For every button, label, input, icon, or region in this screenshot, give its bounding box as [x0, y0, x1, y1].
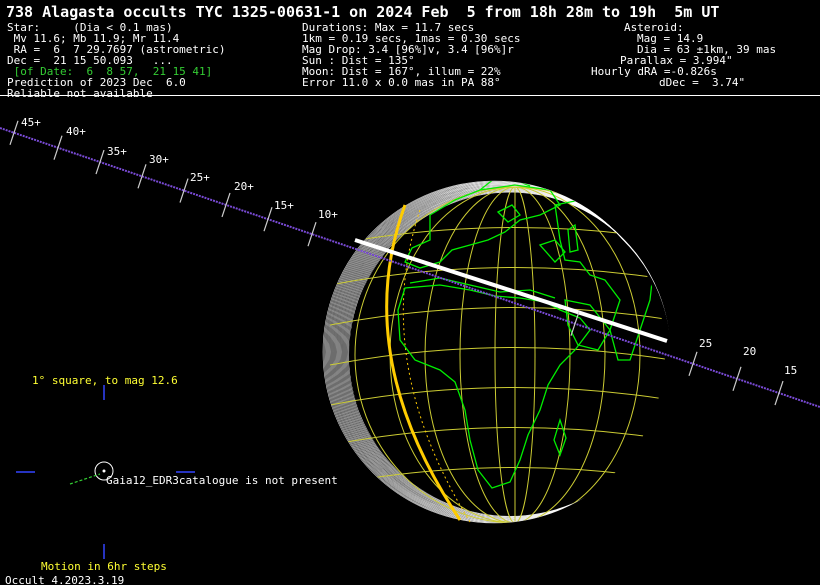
tick-label-r25: 25: [699, 337, 713, 350]
finder-chart-label: 1° square, to mag 12.6: [32, 374, 178, 387]
occult-path-map: { "title": "738 Alagasta occults TYC 132…: [0, 0, 820, 585]
globe-map: [0, 120, 820, 559]
version-label: Occult 4.2023.3.19: [5, 574, 125, 585]
tick-label-25: 25+: [190, 171, 210, 184]
tick-label-40: 40+: [66, 125, 86, 138]
tick-label-10: 10+: [318, 208, 338, 221]
track-tick: [179, 178, 189, 203]
asteroid-motion-line: [69, 473, 101, 485]
tick-label-r20: 20: [743, 345, 757, 358]
track-tick: [307, 221, 317, 247]
tick-label-20: 20+: [234, 180, 254, 193]
tick-label-r15: 15: [784, 364, 798, 377]
tick-label-30: 30+: [149, 153, 169, 166]
tick-label-35: 35+: [107, 145, 127, 158]
tick-label-15: 15+: [274, 199, 294, 212]
tick-label-45: 45+: [21, 116, 41, 129]
catalogue-note: Gaia12_EDR3catalogue is not present: [106, 474, 338, 487]
motion-steps-label: Motion in 6hr steps: [41, 560, 167, 573]
target-star: [102, 469, 106, 473]
